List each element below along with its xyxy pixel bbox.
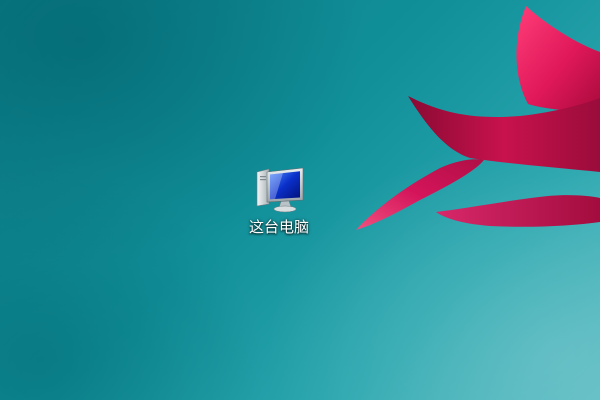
this-pc-monitor-icon [256,167,304,213]
this-pc-desktop-icon[interactable]: 这台电脑 [236,164,322,246]
this-pc-label: 这台电脑 [248,218,309,236]
desktop[interactable]: 这台电脑 [0,0,600,400]
